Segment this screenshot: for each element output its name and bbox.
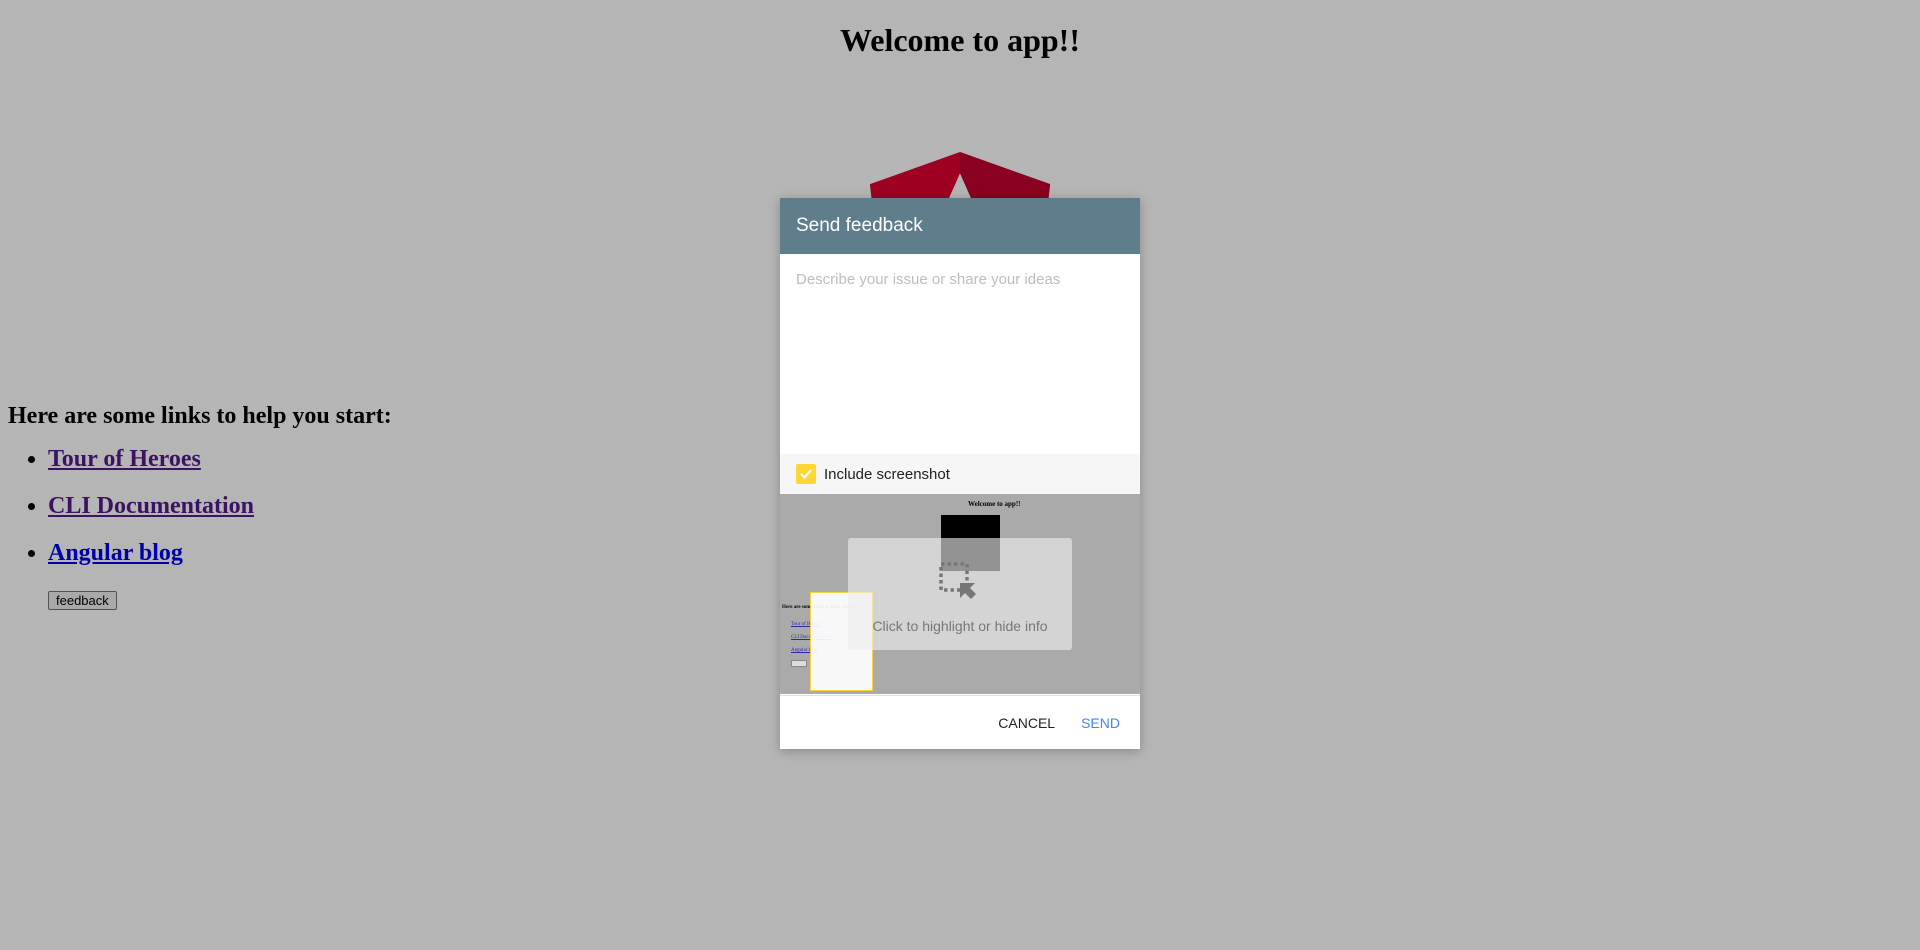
- feedback-description-input[interactable]: [780, 254, 1140, 454]
- screenshot-thumb-title: Welcome to app!!: [968, 500, 1021, 508]
- include-screenshot-toggle[interactable]: Include screenshot: [780, 454, 1140, 494]
- highlight-select-icon: [939, 562, 976, 599]
- app-page: Welcome to app!! Here are some links to …: [0, 0, 1920, 950]
- dialog-actions: CANCEL SEND: [780, 695, 1140, 749]
- checkmark-icon: [800, 469, 812, 479]
- cancel-button[interactable]: CANCEL: [988, 709, 1065, 737]
- highlight-hint-box[interactable]: Click to highlight or hide info: [848, 538, 1072, 650]
- screenshot-thumb-button: [791, 660, 807, 667]
- include-screenshot-label: Include screenshot: [824, 465, 950, 483]
- include-screenshot-checkbox[interactable]: [796, 464, 816, 484]
- send-feedback-dialog: Send feedback Include screenshot Welcome…: [780, 198, 1140, 749]
- send-button[interactable]: SEND: [1071, 709, 1130, 737]
- screenshot-preview[interactable]: Welcome to app!! Here are some links to …: [780, 494, 1140, 694]
- dialog-title: Send feedback: [780, 198, 1140, 254]
- highlight-hint-text: Click to highlight or hide info: [872, 618, 1048, 634]
